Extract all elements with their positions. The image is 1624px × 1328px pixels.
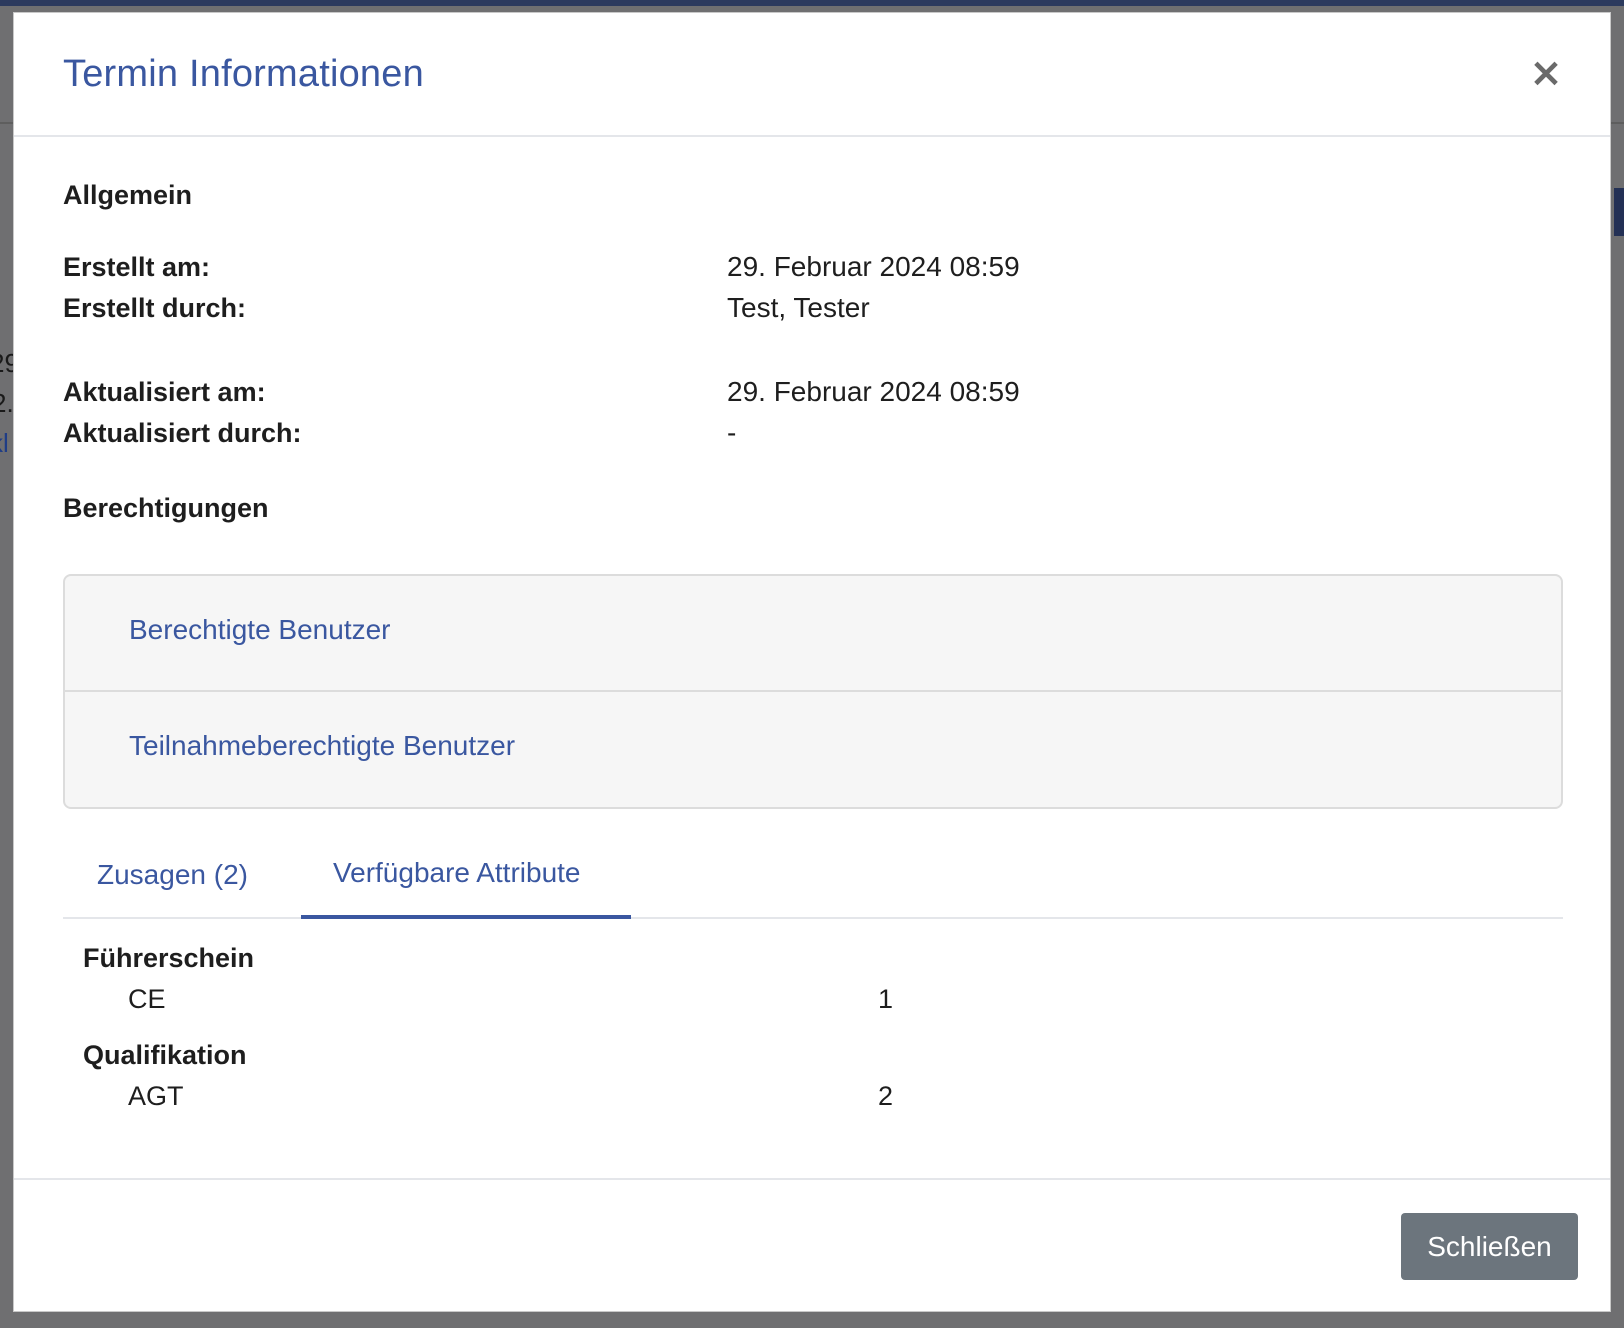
accordion-item-participation-users[interactable]: Teilnahmeberechtigte Benutzer: [65, 692, 1561, 807]
tab-bar: Zusagen (2) Verfügbare Attribute: [63, 827, 1563, 919]
backdrop-link-fragment: kl: [0, 428, 9, 458]
updated-by-value: -: [727, 417, 737, 448]
updated-at-value: 29. Februar 2024 08:59: [727, 376, 1020, 407]
modal-title: Termin Informationen: [63, 53, 424, 95]
tab-zusagen[interactable]: Zusagen (2): [63, 827, 288, 919]
appointment-info-modal: Termin Informationen × Allgemein Erstell…: [13, 12, 1611, 1312]
modal-footer: Schließen: [14, 1178, 1610, 1311]
backdrop-divider: [1611, 122, 1624, 124]
created-by-value: Test, Tester: [727, 292, 870, 323]
close-button[interactable]: Schließen: [1401, 1213, 1578, 1280]
modal-header: Termin Informationen ×: [14, 13, 1610, 137]
attribute-group-heading: Qualifikation: [83, 1040, 247, 1070]
attribute-group-heading: Führerschein: [83, 943, 255, 973]
backdrop-divider: [0, 122, 13, 124]
created-at-value: 29. Februar 2024 08:59: [727, 251, 1020, 282]
accordion-link-participation-users[interactable]: Teilnahmeberechtigte Benutzer: [129, 730, 515, 762]
tab-label: Zusagen (2): [97, 859, 248, 890]
created-by-label: Erstellt durch:: [63, 293, 247, 323]
created-at-label: Erstellt am:: [63, 252, 211, 282]
backdrop-navbar: [0, 0, 1624, 6]
tab-available-attributes[interactable]: Verfügbare Attribute: [301, 827, 631, 919]
accordion-link-authorized-users[interactable]: Berechtigte Benutzer: [129, 614, 391, 646]
backdrop-text-fragment: 2.: [0, 388, 14, 418]
tab-label: Verfügbare Attribute: [333, 857, 581, 888]
close-icon[interactable]: ×: [1526, 53, 1566, 93]
section-heading-permissions: Berechtigungen: [63, 493, 269, 523]
attribute-count: 2: [878, 1081, 894, 1111]
updated-by-label: Aktualisiert durch:: [63, 418, 302, 448]
backdrop-button-fragment: [1614, 188, 1624, 236]
accordion-item-authorized-users[interactable]: Berechtigte Benutzer: [65, 576, 1561, 692]
permissions-accordion: Berechtigte Benutzer Teilnahmeberechtigt…: [63, 574, 1563, 809]
updated-at-label: Aktualisiert am:: [63, 377, 266, 407]
attribute-name: CE: [128, 984, 166, 1014]
attribute-name: AGT: [128, 1081, 184, 1111]
section-heading-general: Allgemein: [63, 180, 193, 210]
attribute-count: 1: [878, 984, 894, 1014]
